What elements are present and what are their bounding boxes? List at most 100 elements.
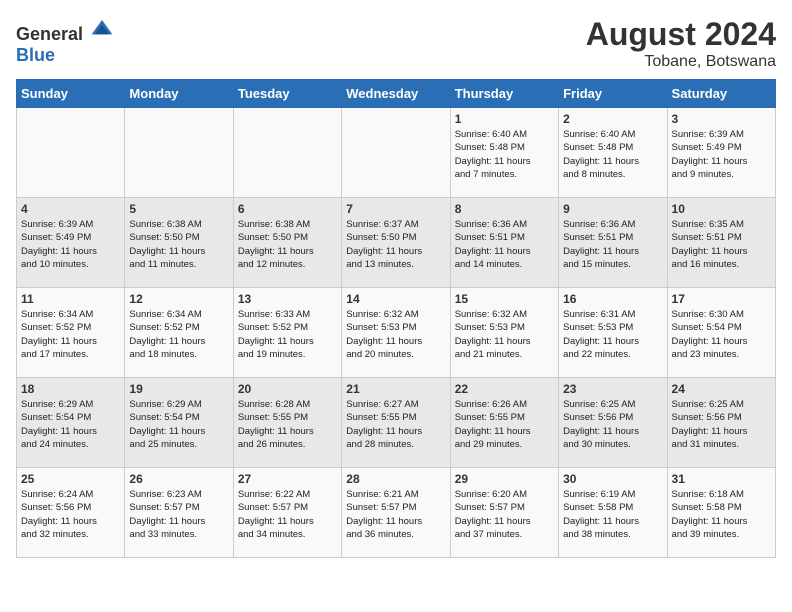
day-number: 5 bbox=[129, 202, 228, 216]
calendar-cell: 24 Sunrise: 6:25 AM Sunset: 5:56 PM Dayli… bbox=[667, 378, 775, 468]
day-info: Sunrise: 6:40 AM Sunset: 5:48 PM Dayligh… bbox=[455, 128, 554, 181]
day-number: 28 bbox=[346, 472, 445, 486]
calendar-cell: 22 Sunrise: 6:26 AM Sunset: 5:55 PM Dayli… bbox=[450, 378, 558, 468]
day-number: 18 bbox=[21, 382, 120, 396]
day-number: 6 bbox=[238, 202, 337, 216]
day-info: Sunrise: 6:36 AM Sunset: 5:51 PM Dayligh… bbox=[563, 218, 662, 271]
day-number: 30 bbox=[563, 472, 662, 486]
day-number: 24 bbox=[672, 382, 771, 396]
day-number: 29 bbox=[455, 472, 554, 486]
calendar-cell bbox=[342, 108, 450, 198]
logo-general: General bbox=[16, 24, 83, 44]
day-info: Sunrise: 6:34 AM Sunset: 5:52 PM Dayligh… bbox=[21, 308, 120, 361]
day-number: 23 bbox=[563, 382, 662, 396]
calendar-cell bbox=[125, 108, 233, 198]
day-info: Sunrise: 6:32 AM Sunset: 5:53 PM Dayligh… bbox=[455, 308, 554, 361]
day-info: Sunrise: 6:18 AM Sunset: 5:58 PM Dayligh… bbox=[672, 488, 771, 541]
calendar-cell: 26Sunrise: 6:23 AM Sunset: 5:57 PM Dayli… bbox=[125, 468, 233, 558]
calendar-cell bbox=[17, 108, 125, 198]
page-header: General Blue August 2024 Tobane, Botswan… bbox=[16, 16, 776, 71]
calendar-cell: 29Sunrise: 6:20 AM Sunset: 5:57 PM Dayli… bbox=[450, 468, 558, 558]
calendar-cell: 14 Sunrise: 6:32 AM Sunset: 5:53 PM Dayli… bbox=[342, 288, 450, 378]
logo-blue: Blue bbox=[16, 45, 55, 65]
calendar-cell: 20 Sunrise: 6:28 AM Sunset: 5:55 PM Dayli… bbox=[233, 378, 341, 468]
day-number: 2 bbox=[563, 112, 662, 126]
calendar-week-row: 4Sunrise: 6:39 AM Sunset: 5:49 PM Daylig… bbox=[17, 198, 776, 288]
title-block: August 2024 Tobane, Botswana bbox=[586, 16, 776, 71]
calendar-title: August 2024 bbox=[586, 16, 776, 53]
calendar-cell: 4Sunrise: 6:39 AM Sunset: 5:49 PM Daylig… bbox=[17, 198, 125, 288]
day-number: 3 bbox=[672, 112, 771, 126]
calendar-cell: 6Sunrise: 6:38 AM Sunset: 5:50 PM Daylig… bbox=[233, 198, 341, 288]
day-info: Sunrise: 6:21 AM Sunset: 5:57 PM Dayligh… bbox=[346, 488, 445, 541]
calendar-week-row: 11 Sunrise: 6:34 AM Sunset: 5:52 PM Dayli… bbox=[17, 288, 776, 378]
day-number: 20 bbox=[238, 382, 337, 396]
day-info: Sunrise: 6:22 AM Sunset: 5:57 PM Dayligh… bbox=[238, 488, 337, 541]
calendar-cell: 8 Sunrise: 6:36 AM Sunset: 5:51 PM Daylig… bbox=[450, 198, 558, 288]
day-number: 17 bbox=[672, 292, 771, 306]
calendar-cell: 9 Sunrise: 6:36 AM Sunset: 5:51 PM Daylig… bbox=[559, 198, 667, 288]
calendar-cell: 13Sunrise: 6:33 AM Sunset: 5:52 PM Dayli… bbox=[233, 288, 341, 378]
weekday-header: Sunday bbox=[17, 80, 125, 108]
day-info: Sunrise: 6:36 AM Sunset: 5:51 PM Dayligh… bbox=[455, 218, 554, 271]
weekday-header-row: SundayMondayTuesdayWednesdayThursdayFrid… bbox=[17, 80, 776, 108]
calendar-subtitle: Tobane, Botswana bbox=[586, 53, 776, 71]
calendar-table: SundayMondayTuesdayWednesdayThursdayFrid… bbox=[16, 79, 776, 558]
day-number: 27 bbox=[238, 472, 337, 486]
calendar-cell: 2Sunrise: 6:40 AM Sunset: 5:48 PM Daylig… bbox=[559, 108, 667, 198]
logo-icon bbox=[90, 16, 114, 40]
calendar-cell: 17 Sunrise: 6:30 AM Sunset: 5:54 PM Dayli… bbox=[667, 288, 775, 378]
calendar-cell: 21 Sunrise: 6:27 AM Sunset: 5:55 PM Dayli… bbox=[342, 378, 450, 468]
weekday-header: Tuesday bbox=[233, 80, 341, 108]
day-number: 22 bbox=[455, 382, 554, 396]
day-info: Sunrise: 6:29 AM Sunset: 5:54 PM Dayligh… bbox=[21, 398, 120, 451]
day-number: 9 bbox=[563, 202, 662, 216]
day-info: Sunrise: 6:37 AM Sunset: 5:50 PM Dayligh… bbox=[346, 218, 445, 271]
day-info: Sunrise: 6:35 AM Sunset: 5:51 PM Dayligh… bbox=[672, 218, 771, 271]
day-number: 14 bbox=[346, 292, 445, 306]
calendar-week-row: 1 Sunrise: 6:40 AM Sunset: 5:48 PM Daylig… bbox=[17, 108, 776, 198]
day-info: Sunrise: 6:24 AM Sunset: 5:56 PM Dayligh… bbox=[21, 488, 120, 541]
calendar-cell: 12 Sunrise: 6:34 AM Sunset: 5:52 PM Dayli… bbox=[125, 288, 233, 378]
day-info: Sunrise: 6:26 AM Sunset: 5:55 PM Dayligh… bbox=[455, 398, 554, 451]
calendar-cell: 15Sunrise: 6:32 AM Sunset: 5:53 PM Dayli… bbox=[450, 288, 558, 378]
calendar-cell: 3 Sunrise: 6:39 AM Sunset: 5:49 PM Daylig… bbox=[667, 108, 775, 198]
day-number: 21 bbox=[346, 382, 445, 396]
day-info: Sunrise: 6:27 AM Sunset: 5:55 PM Dayligh… bbox=[346, 398, 445, 451]
weekday-header: Saturday bbox=[667, 80, 775, 108]
weekday-header: Monday bbox=[125, 80, 233, 108]
calendar-week-row: 18 Sunrise: 6:29 AM Sunset: 5:54 PM Dayli… bbox=[17, 378, 776, 468]
day-number: 8 bbox=[455, 202, 554, 216]
calendar-cell: 27 Sunrise: 6:22 AM Sunset: 5:57 PM Dayli… bbox=[233, 468, 341, 558]
day-info: Sunrise: 6:39 AM Sunset: 5:49 PM Dayligh… bbox=[672, 128, 771, 181]
calendar-cell: 19Sunrise: 6:29 AM Sunset: 5:54 PM Dayli… bbox=[125, 378, 233, 468]
weekday-header: Friday bbox=[559, 80, 667, 108]
day-info: Sunrise: 6:34 AM Sunset: 5:52 PM Dayligh… bbox=[129, 308, 228, 361]
day-info: Sunrise: 6:28 AM Sunset: 5:55 PM Dayligh… bbox=[238, 398, 337, 451]
day-number: 13 bbox=[238, 292, 337, 306]
day-info: Sunrise: 6:25 AM Sunset: 5:56 PM Dayligh… bbox=[672, 398, 771, 451]
logo: General Blue bbox=[16, 16, 114, 66]
day-info: Sunrise: 6:19 AM Sunset: 5:58 PM Dayligh… bbox=[563, 488, 662, 541]
calendar-cell: 11 Sunrise: 6:34 AM Sunset: 5:52 PM Dayli… bbox=[17, 288, 125, 378]
day-number: 10 bbox=[672, 202, 771, 216]
day-number: 11 bbox=[21, 292, 120, 306]
day-info: Sunrise: 6:32 AM Sunset: 5:53 PM Dayligh… bbox=[346, 308, 445, 361]
day-info: Sunrise: 6:23 AM Sunset: 5:57 PM Dayligh… bbox=[129, 488, 228, 541]
calendar-cell: 5Sunrise: 6:38 AM Sunset: 5:50 PM Daylig… bbox=[125, 198, 233, 288]
day-number: 19 bbox=[129, 382, 228, 396]
calendar-week-row: 25Sunrise: 6:24 AM Sunset: 5:56 PM Dayli… bbox=[17, 468, 776, 558]
weekday-header: Wednesday bbox=[342, 80, 450, 108]
day-info: Sunrise: 6:25 AM Sunset: 5:56 PM Dayligh… bbox=[563, 398, 662, 451]
day-info: Sunrise: 6:31 AM Sunset: 5:53 PM Dayligh… bbox=[563, 308, 662, 361]
day-number: 1 bbox=[455, 112, 554, 126]
day-info: Sunrise: 6:30 AM Sunset: 5:54 PM Dayligh… bbox=[672, 308, 771, 361]
calendar-cell bbox=[233, 108, 341, 198]
calendar-cell: 23 Sunrise: 6:25 AM Sunset: 5:56 PM Dayli… bbox=[559, 378, 667, 468]
day-number: 31 bbox=[672, 472, 771, 486]
day-number: 12 bbox=[129, 292, 228, 306]
day-number: 4 bbox=[21, 202, 120, 216]
calendar-cell: 1 Sunrise: 6:40 AM Sunset: 5:48 PM Daylig… bbox=[450, 108, 558, 198]
calendar-cell: 28 Sunrise: 6:21 AM Sunset: 5:57 PM Dayli… bbox=[342, 468, 450, 558]
calendar-cell: 18 Sunrise: 6:29 AM Sunset: 5:54 PM Dayli… bbox=[17, 378, 125, 468]
